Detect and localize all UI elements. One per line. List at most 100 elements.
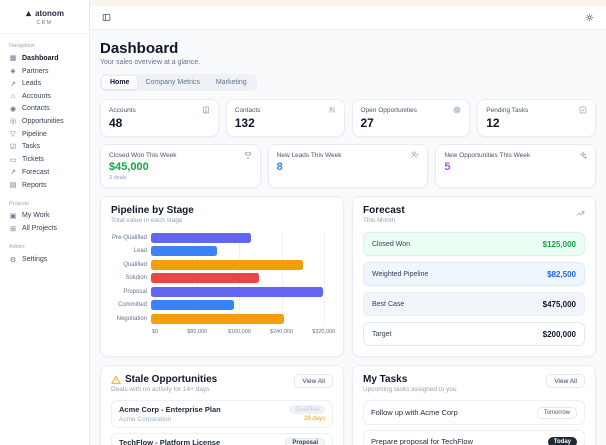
sidebar-item-dashboard[interactable]: ▦ Dashboard [0,52,89,65]
sidebar-nav: Navigation ▦ Dashboard ◈ Partners ↗ Leads ⌂ Acco… [0,43,89,266]
stale-view-all-button[interactable]: View All [294,374,333,388]
kpi-label: Contacts [234,106,261,114]
chart-row-negotiation: Negotiation [111,312,333,326]
chart-track [151,300,329,311]
chart-bar-solution [151,273,259,284]
chart-bar-negotiation [151,313,284,324]
forecast-row-weighted-pipeline: Weighted Pipeline $82,500 [363,262,585,286]
tasks-subtitle: Upcoming tasks assigned to you [363,386,457,393]
settings-icon: ⚙ [9,256,17,264]
week-card-label: New Leads This Week [276,151,342,159]
sidebar-item-label: My Work [22,212,50,220]
chart-category-label: Lead [133,248,147,255]
week-card-new-leads-this-week: New Leads This Week 8 [267,144,429,188]
task-prepare-proposal-for-techflow[interactable]: Prepare proposal for TechFlow Today [363,430,585,445]
kpi-card-open-opportunities: Open Opportunities 27 [351,99,471,137]
kpi-row: Accounts 48 Contacts 132 Open Opportunities 2… [100,99,596,137]
tasks-title: My Tasks [363,374,408,385]
task-label: Follow up with Acme Corp [371,408,458,417]
trophy-icon [244,151,252,159]
chart-category-label: Solution [125,275,147,282]
sidebar-item-leads[interactable]: ↗ Leads [0,78,89,91]
forecast-row-value: $82,500 [547,269,576,279]
tab-home[interactable]: Home [102,76,138,89]
forecast-row-label: Weighted Pipeline [372,270,429,278]
pipeline-chart: Pre-Qualified Lead Qualified Solution Propos… [111,231,335,338]
dashboard-tabs: Home Company Metrics Marketing [100,74,257,91]
sidebar-item-all-projects[interactable]: ⊞ All Projects [0,222,89,235]
chart-track [151,273,329,284]
sidebar-item-label: Accounts [22,92,51,100]
chart-row-lead: Lead [111,245,333,259]
theme-toggle-button[interactable] [583,8,596,27]
top-bar [90,6,606,30]
logo-text: atonom [35,9,64,18]
forecast-subtitle: This Month [363,217,396,224]
week-card-label: Closed Won This Week [109,151,177,159]
week-card-value: 5 [444,161,451,173]
accounts-icon: ⌂ [10,92,16,100]
chart-row-qualified: Qualified [111,258,333,272]
dashboard-icon: ▦ [9,55,17,63]
tab-company-metrics[interactable]: Company Metrics [137,76,207,89]
sidebar-item-tasks[interactable]: ☑ Tasks [0,140,89,153]
sidebar-item-partners[interactable]: ◈ Partners [0,65,89,78]
sidebar-item-my-work[interactable]: ▣ My Work [0,210,89,223]
stale-title: Stale Opportunities [125,374,218,385]
sidebar-item-label: Reports [22,181,47,189]
stale-opportunity-techflow-platform-license[interactable]: TechFlow - Platform LicenseTechFlow Solu… [111,432,333,445]
sidebar-section-label-navigation: Navigation [9,43,35,49]
theme-toggle-icon [585,10,594,25]
target-icon [453,106,461,114]
sidebar-item-label: Pipeline [22,130,47,138]
week-card-closed-won-this-week: Closed Won This Week $45,000 3 deals [100,144,261,188]
chart-x-axis: $0 $80,000 $160,000 $240,000 $320,000 [151,328,335,338]
sidebar-item-tickets[interactable]: ▭ Tickets [0,153,89,166]
sidebar-item-label: Tickets [22,156,44,164]
sidebar-item-contacts[interactable]: ◉ Contacts [0,102,89,115]
stale-opportunity-acme-corp-enterprise-plan[interactable]: Acme Corp - Enterprise Plan Acme Corporat… [111,400,333,428]
my-tasks-card: My Tasks Upcoming tasks assigned to you … [352,365,596,445]
chart-track [151,246,329,257]
kpi-label: Accounts [109,106,136,114]
forecast-icon: ↗ [10,169,16,177]
kpi-value: 132 [234,116,255,130]
chart-bar-qualified [151,259,304,270]
my-work-icon: ▣ [9,212,17,220]
chart-rows: Pre-Qualified Lead Qualified Solution Propos… [111,231,333,326]
stale-subtitle: Deals with no activity for 14+ days [111,386,210,393]
chart-x-tick: $0 [151,328,159,335]
chart-category-label: Pre-Qualified [111,234,147,241]
forecast-row-best-case: Best Case $475,000 [363,292,585,316]
sidebar-item-settings[interactable]: ⚙ Settings [0,253,89,266]
chart-x-tick: $240,000 [270,328,294,335]
kpi-label: Open Opportunities [360,106,417,114]
sidebar-item-label: Forecast [22,168,50,176]
reports-icon: ▤ [9,182,17,190]
kpi-label: Pending Tasks [486,106,529,114]
logo-icon [25,10,32,17]
chart-category-label: Negotiation [116,315,147,322]
warning-icon [111,374,121,385]
sidebar-item-accounts[interactable]: ⌂ Accounts [0,90,89,102]
sidebar-item-reports[interactable]: ▤ Reports [0,179,89,192]
sparkles-icon [579,151,587,159]
task-label: Prepare proposal for TechFlow [371,437,473,445]
task-follow-up-with-acme-corp[interactable]: Follow up with Acme Corp Tomorrow [363,400,585,425]
kpi-card-contacts: Contacts 132 [225,99,345,137]
sidebar-item-label: Dashboard [22,54,59,62]
chart-row-solution: Solution [111,272,333,286]
due-badge: Tomorrow [536,406,577,419]
sidebar-item-pipeline[interactable]: ▽ Pipeline [0,128,89,141]
chart-track [151,259,329,270]
sidebar-item-label: Tasks [22,143,40,151]
sidebar-toggle-button[interactable] [100,8,113,27]
sidebar-item-forecast[interactable]: ↗ Forecast [0,166,89,179]
week-card-label: New Opportunities This Week [444,151,531,159]
tab-marketing[interactable]: Marketing [208,76,255,89]
forecast-rows: Closed Won $125,000 Weighted Pipeline $82,5… [363,232,585,346]
page-subtitle: Your sales overview at a glance. [100,59,201,66]
sidebar-item-opportunities[interactable]: ◎ Opportunities [0,115,89,128]
tasks-view-all-button[interactable]: View All [546,374,585,388]
sidebar-item-label: Opportunities [22,117,64,125]
